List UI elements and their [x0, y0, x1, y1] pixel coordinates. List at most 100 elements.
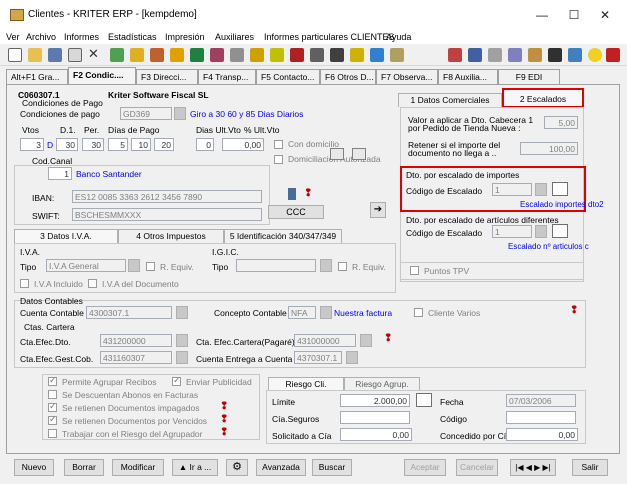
- gear-button[interactable]: ⚙: [226, 459, 248, 476]
- tab-otros-impuestos[interactable]: 4 Otros Impuestos: [118, 229, 224, 243]
- cuenta-field[interactable]: 4300307.1: [86, 306, 172, 319]
- lightning-icon[interactable]: [250, 48, 264, 62]
- iva-incluido-checkbox[interactable]: [20, 279, 29, 288]
- iva-tipo-lookup[interactable]: [128, 259, 140, 272]
- vtos-field[interactable]: 3: [20, 138, 44, 151]
- dia2-field[interactable]: 10: [131, 138, 151, 151]
- igic-tipo-field[interactable]: [236, 259, 316, 272]
- cake-icon[interactable]: [390, 48, 404, 62]
- person-icon[interactable]: [190, 48, 204, 62]
- efec-dto-lookup[interactable]: [176, 334, 188, 347]
- tab-datos-comerciales[interactable]: 1 Datos Comerciales: [398, 93, 502, 107]
- cliente-varios-red-icon[interactable]: ❢: [570, 305, 578, 316]
- cancelar-button[interactable]: Cancelar: [456, 459, 498, 476]
- payment-cond-field[interactable]: GD369: [120, 107, 172, 120]
- efec-pagare-red-icon[interactable]: ❢: [384, 333, 392, 344]
- cart-icon[interactable]: [352, 148, 366, 160]
- canal-desc[interactable]: Banco Santander: [76, 169, 142, 179]
- retener-field[interactable]: 100,00: [520, 142, 578, 155]
- puntos-tpv-checkbox[interactable]: [410, 266, 419, 275]
- arrow-right-button[interactable]: ➔: [370, 202, 386, 218]
- codigo-field[interactable]: [506, 411, 576, 424]
- avanzada-button[interactable]: Avanzada: [256, 459, 306, 476]
- iban-field[interactable]: ES12 0085 3363 2612 3456 7890: [72, 190, 262, 203]
- concepto-desc[interactable]: Nuestra factura: [334, 308, 392, 318]
- tab-identificacion[interactable]: 5 Identificación 340/347/349: [224, 229, 342, 243]
- tab-riesgo-agrup[interactable]: Riesgo Agrup.: [344, 377, 420, 391]
- tree-icon[interactable]: [110, 48, 124, 62]
- tab-contactos[interactable]: F5 Contacto...: [256, 69, 320, 85]
- iva-tipo-field[interactable]: I.V.A General: [46, 259, 126, 272]
- escalado-articulos-link[interactable]: Escalado nº articulos c: [508, 242, 589, 251]
- per-field[interactable]: 30: [82, 138, 104, 151]
- fecha-field[interactable]: 07/03/2006: [506, 394, 576, 407]
- limite-grid-icon[interactable]: [416, 393, 432, 407]
- cod-escalado2-field[interactable]: 1: [492, 225, 532, 238]
- enviar-checkbox[interactable]: [172, 375, 181, 386]
- trabajar-red-icon[interactable]: ❢: [220, 427, 228, 438]
- retienen-venc-red-icon[interactable]: ❢: [220, 414, 228, 425]
- calculator-icon[interactable]: [230, 48, 244, 62]
- key-icon[interactable]: [350, 48, 364, 62]
- tab-direcciones[interactable]: F3 Direcci...: [136, 69, 198, 85]
- tab-riesgo-cli[interactable]: Riesgo Cli.: [268, 377, 344, 391]
- tab-escalados[interactable]: 2 Escalados: [502, 88, 584, 108]
- menu-impresion[interactable]: Impresión: [165, 32, 205, 42]
- maximize-button[interactable]: ☐: [564, 6, 584, 24]
- aceptar-button[interactable]: Aceptar: [404, 459, 446, 476]
- cliente-varios-checkbox[interactable]: [414, 308, 423, 317]
- menu-auxiliares[interactable]: Auxiliares: [215, 32, 254, 42]
- hourglass-icon[interactable]: [130, 48, 144, 62]
- dia3-field[interactable]: 20: [154, 138, 174, 151]
- borrar-button[interactable]: Borrar: [64, 459, 104, 476]
- list-icon[interactable]: [568, 48, 582, 62]
- cia-seguros-field[interactable]: [340, 411, 410, 424]
- bank-red-icon[interactable]: ❢: [304, 188, 312, 199]
- menu-informes[interactable]: Informes: [64, 32, 99, 42]
- minimize-button[interactable]: —: [532, 6, 552, 24]
- igic-tipo-lookup[interactable]: [320, 259, 332, 272]
- help-icon[interactable]: [606, 48, 620, 62]
- menu-archivo[interactable]: Archivo: [26, 32, 56, 42]
- money-icon[interactable]: [170, 48, 184, 62]
- trabajar-checkbox[interactable]: [48, 429, 57, 438]
- dia1-field[interactable]: 5: [108, 138, 128, 151]
- tab-observaciones[interactable]: F7 Observa...: [376, 69, 438, 85]
- efec-dto-field[interactable]: 431200000: [100, 334, 172, 347]
- tab-datos-iva[interactable]: 3 Datos I.V.A.: [14, 229, 118, 243]
- entrega-field[interactable]: 4370307.1: [294, 351, 342, 364]
- pct-ult-field[interactable]: 0,00: [222, 138, 264, 151]
- payment-cond-lookup[interactable]: [174, 107, 186, 120]
- permite-checkbox[interactable]: [48, 375, 57, 386]
- tab-edi[interactable]: F9 EDI: [498, 69, 560, 85]
- igic-requiv-checkbox[interactable]: [338, 262, 347, 271]
- cuenta-lookup[interactable]: [176, 306, 188, 319]
- retienen-imp-red-icon[interactable]: ❢: [220, 401, 228, 412]
- cod-escalado2-lookup[interactable]: [535, 225, 547, 238]
- concepto-field[interactable]: NFA: [288, 306, 316, 319]
- document-red-icon[interactable]: [448, 48, 462, 62]
- ccc-button[interactable]: CCC: [268, 205, 324, 219]
- new-document-icon[interactable]: [8, 48, 22, 62]
- pencil2-icon[interactable]: [528, 48, 542, 62]
- chart-icon[interactable]: [370, 48, 384, 62]
- modificar-button[interactable]: Modificar: [112, 459, 164, 476]
- efec-pagare-field[interactable]: 431000000: [294, 334, 356, 347]
- menu-estadisticas[interactable]: Estadísticas: [108, 32, 157, 42]
- close-button[interactable]: ✕: [595, 6, 615, 24]
- grid-lookup2-icon[interactable]: [552, 224, 568, 238]
- open-folder-icon[interactable]: [28, 48, 42, 62]
- payment-cond-desc[interactable]: Giro a 30 60 y 85 Dias Diarios: [190, 109, 303, 119]
- bar-chart-icon[interactable]: [270, 48, 284, 62]
- tab-general[interactable]: Alt+F1 Gra...: [6, 69, 68, 85]
- iva-requiv-checkbox[interactable]: [146, 262, 155, 271]
- escalado-importes-link[interactable]: Escalado importes dto2: [520, 200, 604, 209]
- tab-auxiliares[interactable]: F8 Auxilia...: [438, 69, 498, 85]
- page-icon[interactable]: [508, 48, 522, 62]
- domiciliacion-checkbox[interactable]: [274, 155, 283, 164]
- form-icon[interactable]: [468, 48, 482, 62]
- entrega-lookup[interactable]: [346, 351, 358, 364]
- ir-a-button[interactable]: ▲ Ir a ...: [172, 459, 218, 476]
- descuentan-checkbox[interactable]: [48, 390, 57, 399]
- save-icon[interactable]: [48, 48, 62, 62]
